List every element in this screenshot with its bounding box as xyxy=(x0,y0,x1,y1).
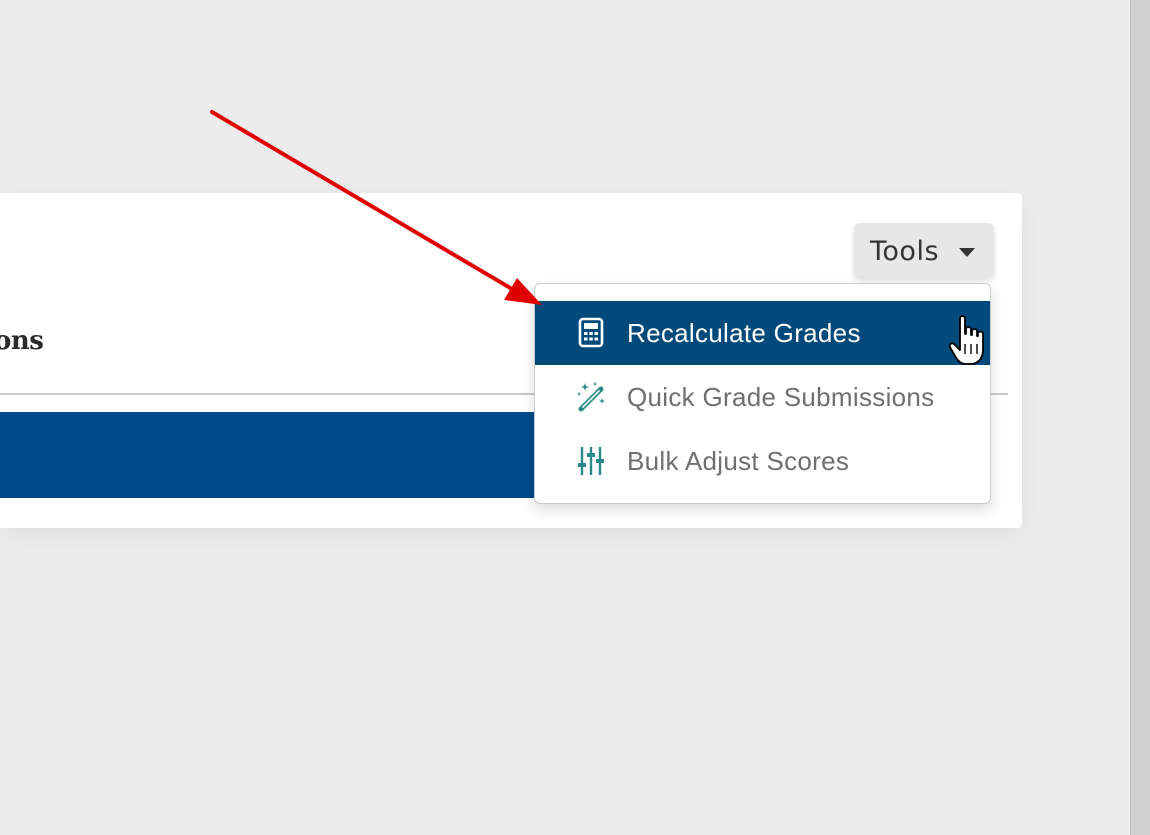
menu-item-label: Recalculate Grades xyxy=(627,317,861,348)
menu-item-label: Quick Grade Submissions xyxy=(627,381,935,412)
tools-dropdown-button[interactable]: Tools xyxy=(854,223,994,279)
menu-item-bulk-adjust-scores[interactable]: Bulk Adjust Scores xyxy=(535,429,990,493)
calculator-icon xyxy=(575,317,609,349)
tools-button-label: Tools xyxy=(870,235,940,267)
sliders-icon xyxy=(575,445,609,477)
caret-down-icon xyxy=(959,248,975,257)
scrollbar-edge xyxy=(1130,0,1131,835)
menu-item-quick-grade-submissions[interactable]: Quick Grade Submissions xyxy=(535,365,990,429)
hand-pointer-icon xyxy=(946,314,990,368)
section-heading: ons xyxy=(0,326,44,356)
menu-item-label: Bulk Adjust Scores xyxy=(627,445,850,476)
menu-item-recalculate-grades[interactable]: Recalculate Grades xyxy=(535,301,990,365)
vertical-scrollbar[interactable] xyxy=(1130,0,1150,835)
tools-dropdown-menu: Recalculate Grades Quick Grade Submissio… xyxy=(534,283,991,504)
table-header-bar xyxy=(0,412,545,498)
magic-wand-icon xyxy=(575,381,609,413)
